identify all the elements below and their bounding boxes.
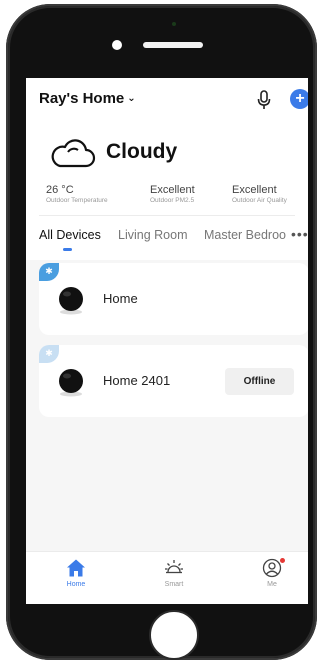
nav-home[interactable]: Home [46,558,106,588]
metric-label: Outdoor Air Quality [232,197,287,204]
offline-status-button[interactable]: Offline [225,368,294,395]
earpiece-speaker [143,42,203,48]
hardware-home-button[interactable] [149,610,199,660]
chevron-down-icon: ⌄ [127,93,136,104]
metric-value: Excellent [150,184,195,196]
bluetooth-icon: ✱ [39,345,59,363]
metric-label: Outdoor Temperature [46,197,108,204]
app-screen: Ray's Home ⌄ + Cloudy 26 °C Outdoor Tempe… [26,78,308,604]
metric-value: 26 °C [46,184,74,196]
device-thumbnail [59,369,83,397]
device-thumbnail [59,287,83,315]
home-icon [67,559,85,577]
device-name: Home [103,291,138,306]
nav-me[interactable]: Me [242,558,302,588]
add-device-button[interactable]: + [290,89,308,109]
tab-master-bedroom[interactable]: Master Bedroom [204,228,286,242]
home-name: Ray's Home [39,90,125,107]
metric-air-quality: Excellent Outdoor Air Quality [232,184,287,204]
nav-label: Home [66,581,86,588]
notification-dot [280,558,285,563]
more-icon[interactable]: ••• [291,226,308,242]
cloud-icon [51,139,96,168]
top-bar: Ray's Home ⌄ + [26,78,308,122]
tab-living-room[interactable]: Living Room [118,228,187,242]
metric-label: Outdoor PM2.5 [150,197,195,204]
device-name: Home 2401 [103,373,171,388]
nav-smart[interactable]: Smart [144,558,204,588]
device-card[interactable]: ✱ Home 2401 Offline [39,345,308,417]
microphone-icon[interactable] [255,90,273,110]
nav-label: Smart [164,581,184,588]
front-camera [112,40,122,50]
user-icon [262,558,282,578]
room-tabs: All Devices Living Room Master Bedroom •… [26,220,308,260]
weather-condition: Cloudy [106,140,178,163]
metric-value: Excellent [232,184,277,196]
metric-temperature: 26 °C Outdoor Temperature [46,184,108,204]
bottom-nav: Home Smart Me [26,551,308,604]
device-card[interactable]: ✱ Home [39,263,308,335]
bluetooth-icon: ✱ [39,263,59,281]
home-selector[interactable]: Ray's Home ⌄ [39,90,136,107]
active-tab-indicator [63,248,72,251]
proximity-sensor [172,22,176,26]
divider [39,215,295,216]
metric-pm25: Excellent Outdoor PM2.5 [150,184,195,204]
tab-all-devices[interactable]: All Devices [39,228,101,242]
phone-frame: Ray's Home ⌄ + Cloudy 26 °C Outdoor Tempe… [6,4,317,660]
sun-icon [165,560,183,574]
nav-label: Me [267,581,277,588]
